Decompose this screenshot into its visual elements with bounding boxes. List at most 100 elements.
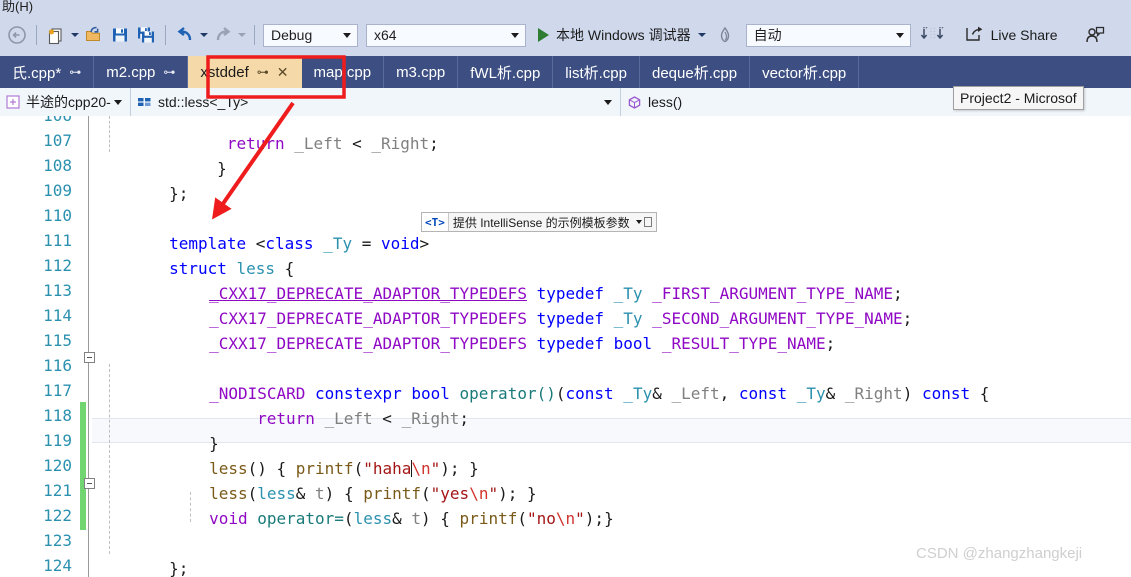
close-icon[interactable]: ✕ bbox=[277, 65, 289, 79]
navbar-member-label: less() bbox=[648, 94, 683, 110]
save-icon[interactable] bbox=[107, 22, 133, 48]
line-number: 109 bbox=[43, 181, 72, 200]
tmpl-param-ty: _Ty bbox=[313, 234, 353, 253]
live-share-label: Live Share bbox=[990, 27, 1058, 43]
save-all-icon[interactable] bbox=[133, 22, 159, 48]
solution-platform-combo[interactable]: x64 bbox=[366, 23, 526, 47]
document-tab-8[interactable]: vector析.cpp bbox=[750, 56, 860, 88]
navbar-type-label: std::less<_Ty> bbox=[158, 94, 249, 110]
chevron-down-icon[interactable] bbox=[602, 100, 614, 105]
code-line-111: struct less { bbox=[169, 259, 295, 278]
code-line-114: _CXX17_DEPRECATE_ADAPTOR_TYPEDEFS typede… bbox=[209, 334, 836, 353]
template-hint-text: 提供 IntelliSense 的示例模板参数 bbox=[452, 215, 630, 230]
new-item-dropdown-caret[interactable] bbox=[69, 22, 81, 48]
template-hint-box-icon[interactable] bbox=[643, 217, 652, 227]
document-tab-4[interactable]: m3.cpp bbox=[384, 56, 459, 88]
macro-cxx17-deprecate-3: _CXX17_DEPRECATE_ADAPTOR_TYPEDEFS bbox=[209, 334, 527, 353]
document-tab-5[interactable]: fWL析.cpp bbox=[458, 56, 554, 88]
navigate-back-icon[interactable] bbox=[4, 22, 30, 48]
line-number: 121 bbox=[43, 481, 72, 500]
pin-icon[interactable]: ⊶ bbox=[163, 66, 175, 78]
project-icon bbox=[6, 95, 20, 109]
navbar-type-dropdown[interactable]: std::less<_Ty> bbox=[130, 88, 620, 116]
watermark: CSDN @zhangzhangkeji bbox=[916, 545, 1083, 562]
start-debugging-button[interactable]: 本地 Windows 调试器 bbox=[536, 22, 710, 48]
toolbar-separator-3 bbox=[254, 25, 255, 45]
solution-platform-value: x64 bbox=[374, 27, 397, 43]
method-icon bbox=[627, 95, 642, 110]
redo-dropdown-caret[interactable] bbox=[236, 22, 248, 48]
document-tab-label: list析.cpp bbox=[565, 64, 627, 82]
line-number: 114 bbox=[43, 306, 72, 325]
document-tab-label: fWL析.cpp bbox=[470, 64, 541, 82]
document-tab-2[interactable]: xstddef ⊶ ✕ bbox=[188, 56, 302, 88]
pin-icon[interactable]: ⊶ bbox=[69, 66, 81, 78]
hot-reload-icon[interactable] bbox=[712, 22, 738, 48]
document-tab-label: xstddef bbox=[200, 63, 249, 81]
solution-configuration-combo[interactable]: Debug bbox=[263, 23, 358, 47]
line-number: 119 bbox=[43, 431, 72, 450]
window-tooltip: Project2 - Microsof bbox=[953, 86, 1084, 110]
document-tab-3[interactable]: map.cpp bbox=[301, 56, 385, 88]
start-debugging-label: 本地 Windows 调试器 bbox=[556, 27, 691, 43]
chevron-down-icon[interactable] bbox=[112, 100, 124, 105]
send-feedback-icon[interactable] bbox=[1082, 22, 1108, 48]
undo-dropdown-caret[interactable] bbox=[198, 22, 210, 48]
line-number: 106 bbox=[2, 116, 72, 125]
pin-icon[interactable]: ⊶ bbox=[257, 66, 269, 78]
document-tab-1[interactable]: m2.cpp ⊶ bbox=[94, 56, 189, 88]
process-combo-value: 自动 bbox=[753, 27, 782, 43]
toolbar-separator-2 bbox=[165, 25, 166, 45]
code-line-121: void operator=(less& t) { printf("no\n")… bbox=[209, 509, 614, 528]
line-number: 117 bbox=[43, 381, 72, 400]
chevron-down-icon[interactable] bbox=[341, 25, 353, 46]
code-line-112: _CXX17_DEPRECATE_ADAPTOR_TYPEDEFS typede… bbox=[209, 284, 903, 303]
code-line-118: } bbox=[209, 434, 219, 453]
chevron-down-icon[interactable] bbox=[509, 25, 521, 46]
new-item-icon[interactable] bbox=[43, 22, 69, 48]
process-combo[interactable]: 自动 bbox=[745, 23, 911, 47]
change-marker-bar bbox=[80, 402, 86, 530]
chevron-down-icon[interactable] bbox=[894, 25, 906, 46]
undo-icon[interactable] bbox=[172, 22, 198, 48]
document-tab-6[interactable]: list析.cpp bbox=[553, 56, 640, 88]
line-number: 120 bbox=[43, 456, 72, 475]
code-editor[interactable]: 106 107 108 109 110 111 112 113 114 115 116 117 118 1… bbox=[0, 116, 1131, 577]
outlining-bracket-outer bbox=[88, 116, 89, 150]
line-number: 115 bbox=[43, 331, 72, 350]
code-line-113: _CXX17_DEPRECATE_ADAPTOR_TYPEDEFS typede… bbox=[209, 309, 913, 328]
fn-operator-assign: operator= bbox=[247, 509, 344, 528]
document-tab-label: 氏.cpp* bbox=[12, 64, 62, 82]
line-number: 118 bbox=[43, 406, 72, 425]
live-share-icon bbox=[965, 25, 985, 46]
chevron-down-icon[interactable] bbox=[634, 220, 644, 224]
navbar-project-label: 半途的cpp20- bbox=[26, 94, 111, 110]
document-tab-0[interactable]: 氏.cpp* ⊶ bbox=[0, 56, 95, 88]
live-share-button[interactable]: Live Share bbox=[965, 25, 1058, 46]
code-text[interactable]: return _Left < _Right; } }; template <cl… bbox=[92, 116, 1131, 577]
code-line-117: return _Left < _Right; bbox=[257, 409, 469, 428]
code-line-123: }; bbox=[169, 559, 189, 577]
document-tab-7[interactable]: deque析.cpp bbox=[639, 56, 751, 88]
document-tab-label: map.cpp bbox=[313, 63, 372, 81]
line-number: 108 bbox=[43, 156, 72, 175]
document-tab-strip: 氏.cpp* ⊶ m2.cpp ⊶ xstddef ⊶ ✕ map.cpp m3.cpp fWL析… bbox=[0, 56, 1131, 88]
menu-item-help[interactable]: 助(H) bbox=[2, 0, 33, 15]
visual-studio-window: 助(H) Debug x64 本地 Windows 调试器 自动 Live Sh… bbox=[0, 0, 1131, 577]
play-icon bbox=[538, 28, 549, 42]
toolbar-separator bbox=[36, 25, 37, 45]
window-layout-icon[interactable] bbox=[919, 22, 953, 48]
glyph-margin-line bbox=[88, 116, 89, 577]
chevron-down-icon[interactable] bbox=[696, 22, 708, 48]
template-badge: <T> bbox=[422, 213, 449, 231]
code-line-108: }; bbox=[169, 184, 189, 203]
intellisense-template-param-hint[interactable]: <T> 提供 IntelliSense 的示例模板参数 bbox=[421, 212, 657, 232]
code-line-119: less() { printf("haha\n"); } bbox=[209, 459, 479, 478]
struct-icon bbox=[137, 95, 152, 109]
redo-icon[interactable] bbox=[210, 22, 236, 48]
navbar-project-dropdown[interactable]: 半途的cpp20- bbox=[0, 88, 130, 116]
line-number-gutter: 106 107 108 109 110 111 112 113 114 115 116 117 118 1… bbox=[0, 116, 78, 577]
document-tab-label: m3.cpp bbox=[396, 63, 446, 81]
code-line-106: return _Left < _Right; bbox=[169, 134, 439, 153]
open-file-icon[interactable] bbox=[81, 22, 107, 48]
